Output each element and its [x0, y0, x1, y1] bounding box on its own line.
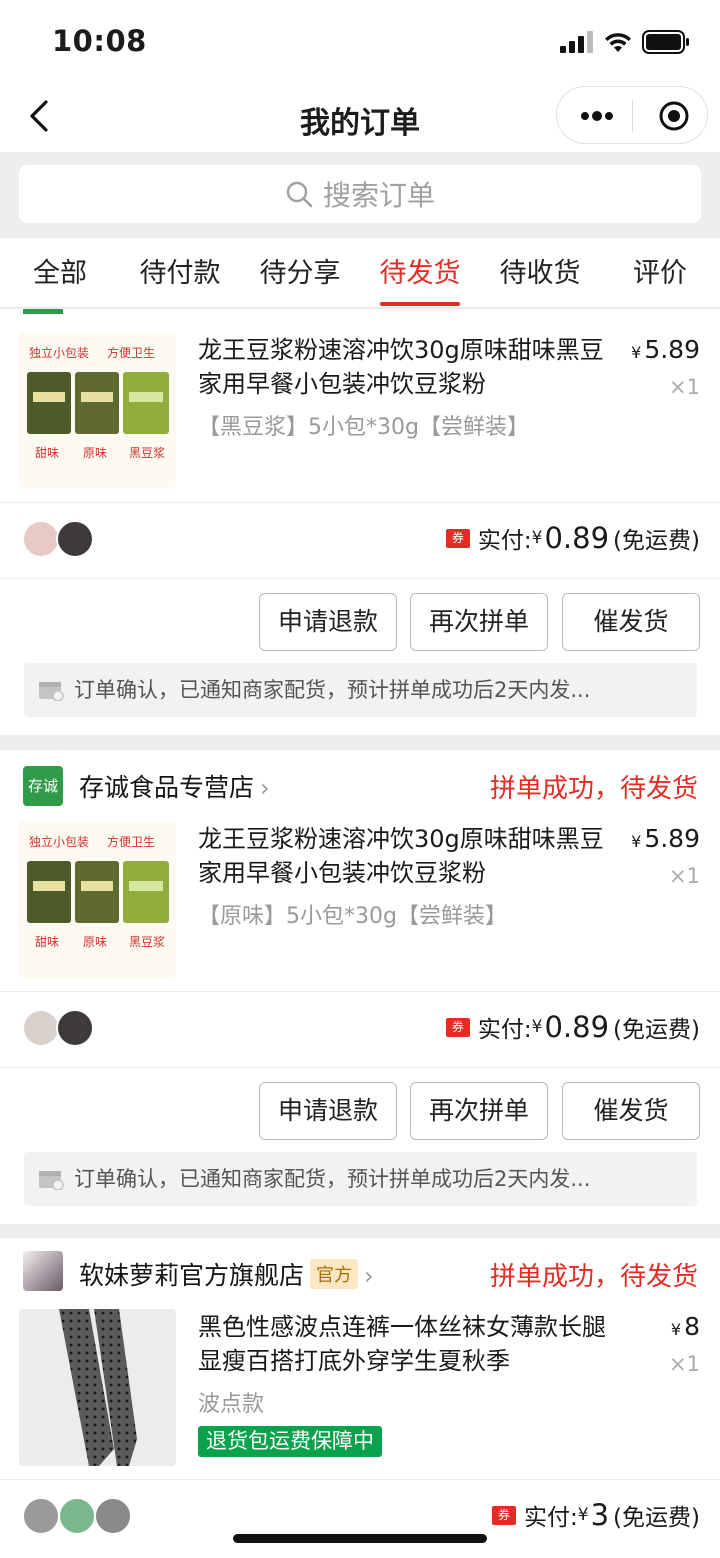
stockings-product-picture [19, 1309, 176, 1466]
search-area: 搜索订单 [0, 152, 720, 238]
official-badge: 官方 [310, 1259, 359, 1289]
image-label: 甜味 [35, 446, 60, 460]
payment-row: 券 实付: ¥ 0.89 (免运费) [0, 992, 720, 1068]
image-label: 甜味 [35, 935, 60, 949]
urge-shipment-button[interactable]: 催发货 [562, 1082, 700, 1140]
product-image[interactable]: 独立小包装 方便卫生 甜味 原味 黑豆浆 [19, 821, 176, 978]
image-label: 方便卫生 [107, 835, 156, 849]
tab-pending-receipt[interactable]: 待收货 [480, 238, 600, 307]
shop-logo [23, 1251, 63, 1291]
product-quantity: ×1 [669, 1352, 700, 1376]
image-label: 原味 [83, 446, 108, 460]
order-card: 独立小包装 方便卫生 甜味 原味 黑豆浆 龙王豆浆粉速溶冲饮30g原味甜味黑豆家… [0, 309, 720, 735]
status-time: 10:08 [52, 24, 147, 58]
delivery-notice-icon [39, 682, 64, 701]
coupon-icon: 券 [445, 1017, 470, 1037]
paid-amount: 券 实付: ¥ 3 (免运费) [492, 1498, 700, 1532]
refund-button[interactable]: 申请退款 [259, 593, 397, 651]
urge-shipment-button[interactable]: 催发货 [562, 593, 700, 651]
product-spec: 【原味】5小包*30g【尝鲜装】 [198, 904, 507, 929]
refund-button[interactable]: 申请退款 [259, 1082, 397, 1140]
product-image[interactable]: 独立小包装 方便卫生 甜味 原味 黑豆浆 [19, 332, 176, 489]
avatar [56, 520, 94, 558]
return-shipping-guarantee-tag: 退货包运费保障中 [198, 1426, 382, 1457]
avatar [22, 1009, 60, 1047]
order-list[interactable]: 独立小包装 方便卫生 甜味 原味 黑豆浆 龙王豆浆粉速溶冲饮30g原味甜味黑豆家… [0, 309, 720, 1558]
wifi-icon [605, 33, 631, 52]
product-title[interactable]: 龙王豆浆粉速溶冲饮30g原味甜味黑豆家用早餐小包装冲饮豆浆粉 [198, 822, 608, 890]
order-status: 拼单成功，待发货 [489, 1262, 698, 1292]
coupon-icon: 券 [492, 1505, 517, 1525]
search-input[interactable]: 搜索订单 [19, 165, 701, 223]
delivery-notice-icon [39, 1171, 64, 1190]
status-icons [560, 30, 690, 54]
image-label: 方便卫生 [107, 346, 156, 360]
product-title[interactable]: 黑色性感波点连裤一体丝袜女薄款长腿显瘦百搭打底外穿学生夏秋季 [198, 1310, 608, 1378]
product-price: ¥5.89 [631, 335, 700, 364]
tab-all[interactable]: 全部 [0, 238, 120, 307]
tab-pending-shipment[interactable]: 待发货 [360, 238, 480, 307]
battery-icon [642, 30, 689, 54]
paid-amount: 券 实付: ¥ 0.89 (免运费) [445, 1010, 700, 1044]
search-placeholder: 搜索订单 [322, 179, 435, 212]
chevron-right-icon: › [364, 1262, 374, 1290]
avatar [22, 1497, 60, 1535]
payment-row: 券 实付: ¥ 0.89 (免运费) [0, 503, 720, 579]
mini-program-capsule [556, 86, 708, 144]
product-price: ¥8 [670, 1312, 700, 1341]
product-image[interactable] [19, 1309, 176, 1466]
signal-icon [560, 31, 593, 53]
product-price: ¥5.89 [631, 824, 700, 853]
product-quantity: ×1 [669, 375, 700, 399]
tab-review[interactable]: 评价 [600, 238, 720, 307]
image-label: 黑豆浆 [129, 446, 166, 460]
shipping-notice[interactable]: 订单确认，已通知商家配货，预计拼单成功后2天内发... [24, 663, 697, 717]
order-tabs: 全部 待付款 待分享 待发货 待收货 评价 [0, 238, 720, 308]
order-card: 软妹萝莉官方旗舰店 官方 › 拼单成功，待发货 黑色性感波点连裤一体丝袜女薄款长腿显… [0, 1238, 720, 1558]
shop-logo-partial [23, 309, 63, 314]
product-title[interactable]: 龙王豆浆粉速溶冲饮30g原味甜味黑豆家用早餐小包装冲饮豆浆粉 [198, 333, 608, 401]
shop-name[interactable]: 存诚食品专营店 › [79, 768, 270, 804]
shop-row[interactable]: 存诚 存诚食品专营店 › 拼单成功，待发货 [0, 750, 720, 820]
avatar [56, 1009, 94, 1047]
product-spec: 波点款 [198, 1392, 265, 1417]
nav-bar: 我的订单 [0, 86, 720, 152]
chevron-right-icon: › [260, 774, 270, 802]
action-buttons: 申请退款 再次拼单 催发货 [0, 1068, 720, 1148]
shop-name[interactable]: 软妹萝莉官方旗舰店 官方 › [79, 1256, 374, 1292]
order-status: 拼单成功，待发货 [489, 774, 698, 804]
search-icon [286, 181, 313, 208]
regroup-button[interactable]: 再次拼单 [410, 1082, 548, 1140]
shop-row[interactable]: 软妹萝莉官方旗舰店 官方 › 拼单成功，待发货 [0, 1238, 720, 1308]
avatar [58, 1497, 96, 1535]
image-label: 独立小包装 [29, 346, 90, 360]
paid-amount: 券 实付: ¥ 0.89 (免运费) [445, 521, 700, 555]
tab-pending-share[interactable]: 待分享 [240, 238, 360, 307]
product-spec: 【黑豆浆】5小包*30g【尝鲜装】 [198, 415, 529, 440]
action-buttons: 申请退款 再次拼单 催发货 [0, 579, 720, 659]
status-bar: 10:08 [0, 0, 720, 86]
home-indicator [233, 1534, 487, 1543]
shop-logo: 存诚 [23, 766, 63, 806]
close-miniprogram-icon[interactable] [658, 100, 690, 132]
product-quantity: ×1 [669, 864, 700, 888]
more-icon[interactable] [577, 101, 617, 131]
avatar [94, 1497, 132, 1535]
order-card: 存诚 存诚食品专营店 › 拼单成功，待发货 独立小包装 方便卫生 甜味 原味 黑豆… [0, 750, 720, 1224]
avatar [22, 520, 60, 558]
image-label: 原味 [83, 935, 108, 949]
image-label: 独立小包装 [29, 835, 90, 849]
capsule-divider [632, 100, 633, 132]
tab-pending-payment[interactable]: 待付款 [120, 238, 240, 307]
shipping-notice[interactable]: 订单确认，已通知商家配货，预计拼单成功后2天内发... [24, 1152, 697, 1206]
regroup-button[interactable]: 再次拼单 [410, 593, 548, 651]
payment-row: 券 实付: ¥ 3 (免运费) [0, 1480, 720, 1556]
coupon-icon: 券 [445, 528, 470, 548]
image-label: 黑豆浆 [129, 935, 166, 949]
